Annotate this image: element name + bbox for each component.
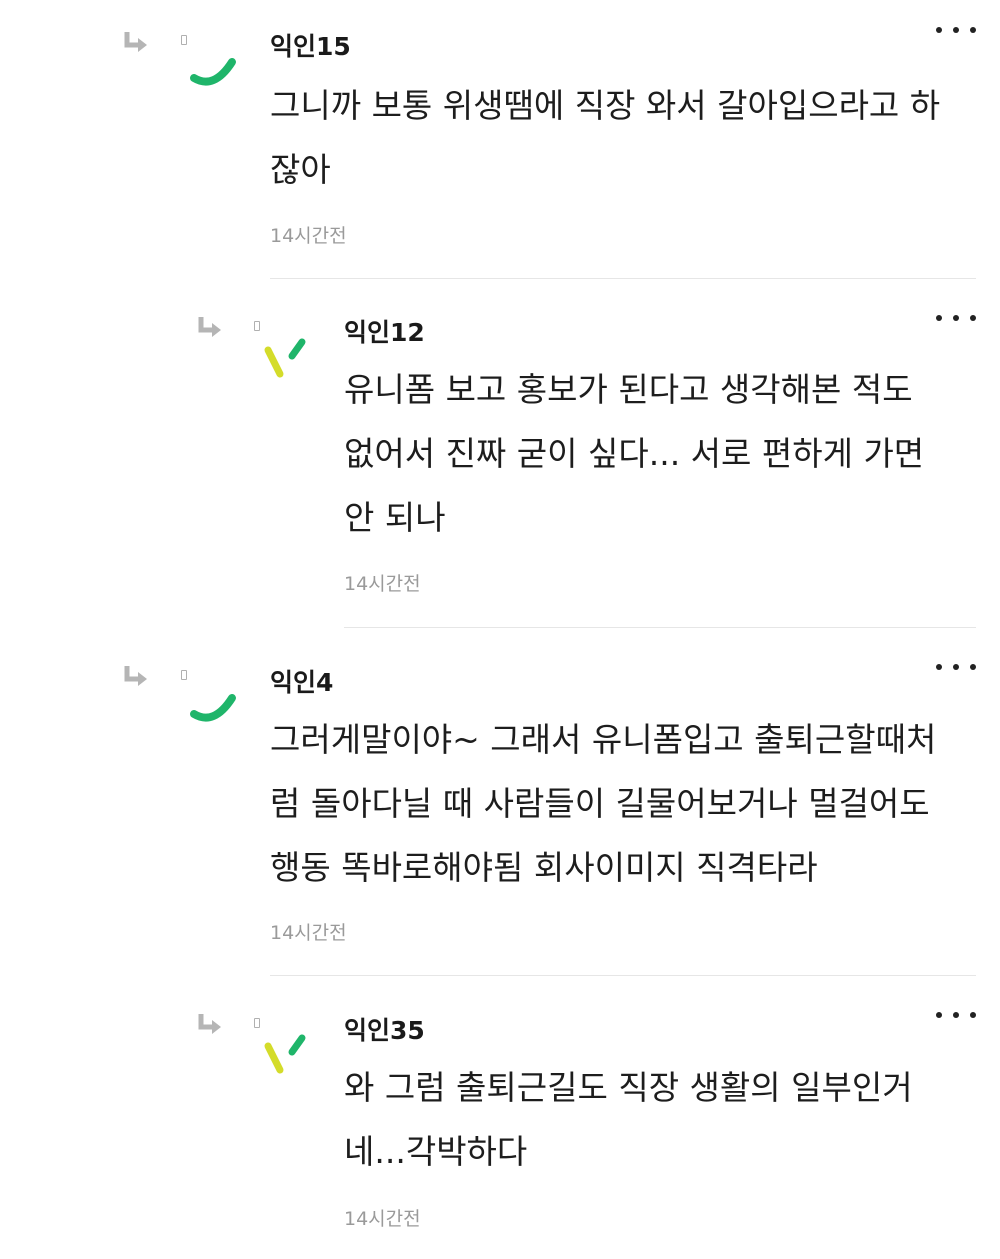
comment-line: 그러게말이야~ 그래서 유니폼입고 출퇴근할때처 — [270, 720, 937, 759]
more-options-button[interactable] — [936, 657, 976, 677]
comment-body: 와 그럼 출퇴근길도 직장 생활의 일부인거 네...각박하다 — [344, 1056, 913, 1184]
avatar — [264, 338, 306, 378]
comment-author[interactable]: 익인35 — [344, 1011, 425, 1047]
more-dot-icon — [936, 315, 942, 321]
comment-time: 14시간전 — [344, 1208, 421, 1230]
more-dot-icon — [970, 27, 976, 33]
comment-body: 그러게말이야~ 그래서 유니폼입고 출퇴근할때처 럼 돌아다닐 때 사람들이 길… — [270, 708, 936, 900]
reply-arrow-icon — [124, 32, 147, 52]
comment-line: 잖아 — [270, 150, 331, 189]
more-dot-icon — [970, 1012, 976, 1018]
more-dot-icon — [953, 664, 959, 670]
more-dot-icon — [953, 27, 959, 33]
avatar — [264, 1034, 306, 1074]
divider — [344, 627, 976, 628]
more-options-button[interactable] — [936, 20, 976, 40]
comment-line: 없어서 진짜 굳이 싶다... 서로 편하게 가면 — [344, 434, 925, 473]
more-dot-icon — [970, 664, 976, 670]
comment-author[interactable]: 익인12 — [344, 313, 425, 349]
comment-author[interactable]: 익인15 — [270, 27, 351, 63]
comment-time: 14시간전 — [270, 922, 347, 944]
comment-line: 유니폼 보고 홍보가 된다고 생각해본 적도 — [344, 370, 913, 409]
more-dot-icon — [970, 315, 976, 321]
avatar — [190, 58, 236, 86]
comment-author[interactable]: 익인4 — [270, 663, 333, 699]
comment-line: 행동 똑바로해야됨 회사이미지 직격타라 — [270, 848, 818, 887]
comment-line: 그니까 보통 위생땜에 직장 와서 갈아입으라고 하 — [270, 86, 941, 125]
more-options-button[interactable] — [936, 1005, 976, 1025]
avatar — [190, 694, 236, 722]
comment-line: 안 되나 — [344, 498, 446, 537]
comment-time: 14시간전 — [344, 573, 421, 595]
comment-line: 와 그럼 출퇴근길도 직장 생활의 일부인거 — [344, 1068, 913, 1107]
comment-line: 럼 돌아다닐 때 사람들이 길물어보거나 멀걸어도 — [270, 784, 930, 823]
more-dot-icon — [936, 27, 942, 33]
reply-arrow-icon — [198, 1014, 221, 1034]
comment-body: 그니까 보통 위생땜에 직장 와서 갈아입으라고 하 잖아 — [270, 74, 940, 202]
more-dot-icon — [953, 1012, 959, 1018]
more-dot-icon — [936, 664, 942, 670]
comment-time: 14시간전 — [270, 225, 347, 247]
divider — [270, 975, 976, 976]
more-options-button[interactable] — [936, 308, 976, 328]
reply-arrow-icon — [198, 317, 221, 337]
reply-arrow-icon — [124, 666, 147, 686]
more-dot-icon — [936, 1012, 942, 1018]
divider — [270, 278, 976, 279]
comment-body: 유니폼 보고 홍보가 된다고 생각해본 적도 없어서 진짜 굳이 싶다... 서… — [344, 358, 924, 550]
more-dot-icon — [953, 315, 959, 321]
comment-line: 네...각박하다 — [344, 1132, 528, 1171]
